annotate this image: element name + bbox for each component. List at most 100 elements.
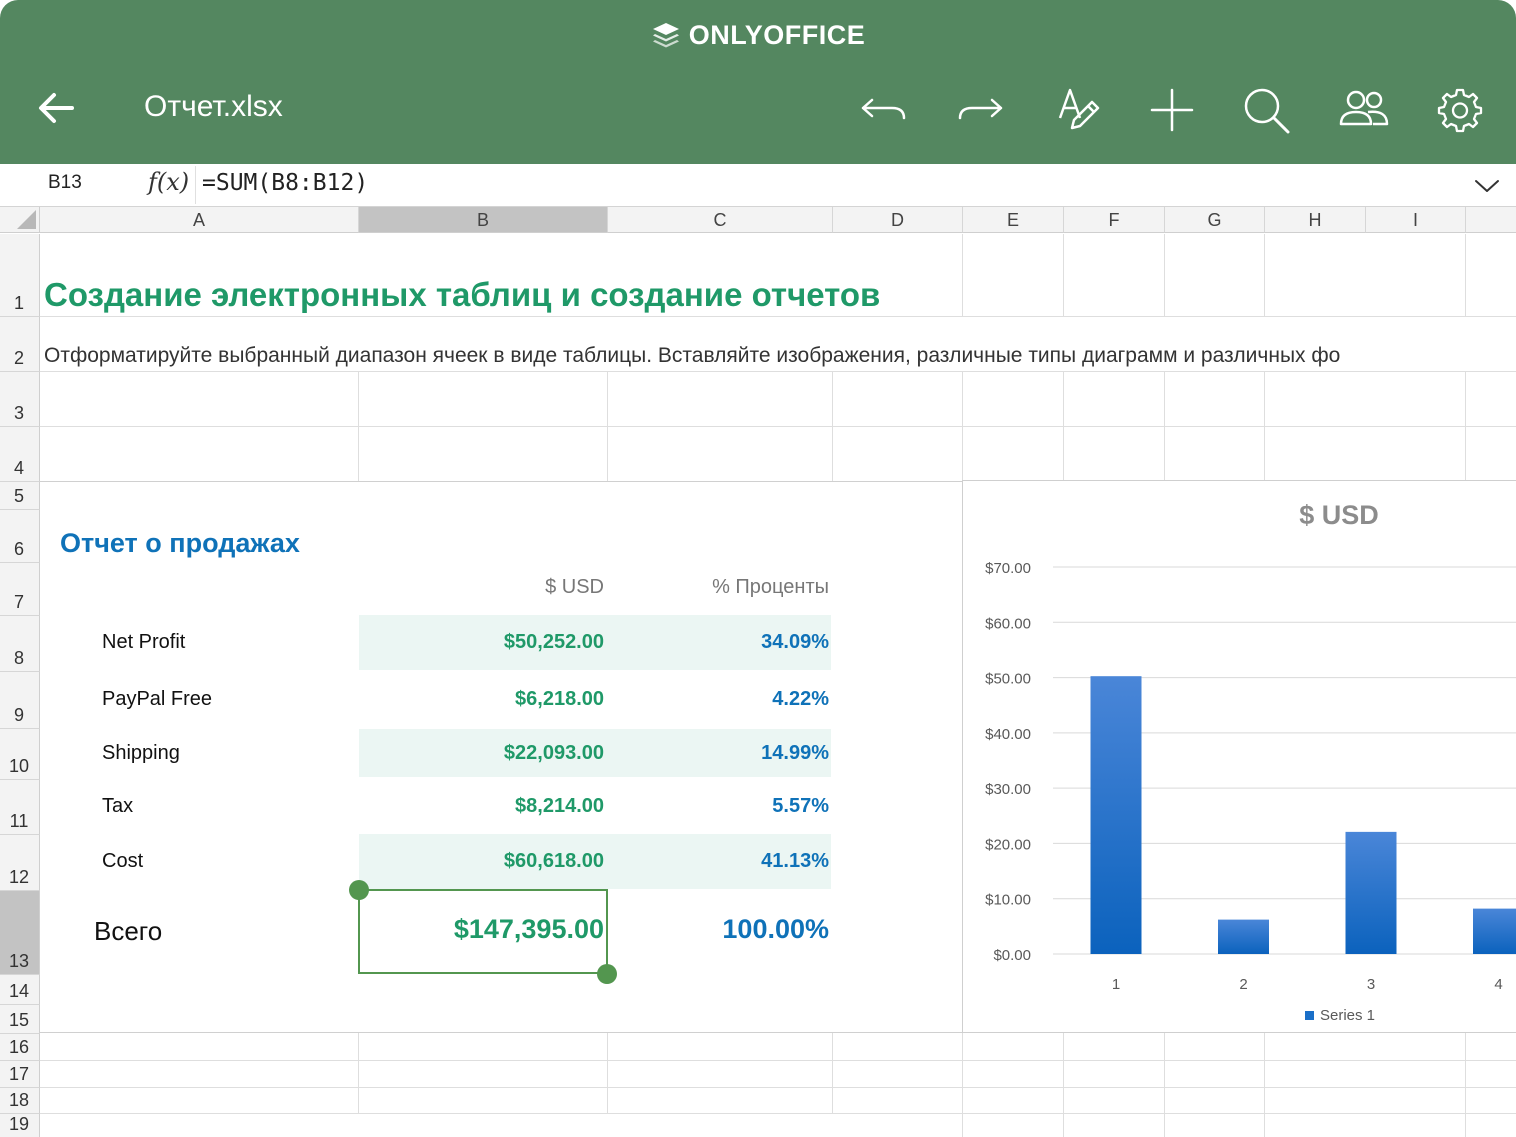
y-tick-label: $60.00: [985, 615, 1031, 632]
brand-logo: ONLYOFFICE: [0, 20, 1516, 51]
gridline: [40, 371, 1516, 372]
pct-value-paypal-free[interactable]: 4.22%: [608, 688, 829, 711]
row-header-6[interactable]: 6: [0, 510, 40, 563]
bar: [1090, 676, 1142, 954]
row-header-7[interactable]: 7: [0, 563, 40, 616]
row-header-14[interactable]: 14: [0, 975, 40, 1005]
gridline: [1164, 371, 1165, 481]
row-header-17[interactable]: 17: [0, 1061, 40, 1088]
gridline: [962, 371, 963, 481]
undo-icon: [861, 98, 906, 120]
gridline: [1264, 1033, 1265, 1137]
gridline: [358, 371, 359, 481]
sheet-title[interactable]: Создание электронных таблиц и создание о…: [44, 276, 880, 314]
usd-column-header[interactable]: $ USD: [360, 576, 604, 599]
settings-button[interactable]: [1436, 86, 1484, 139]
row-header-11[interactable]: 11: [0, 780, 40, 835]
edit-text-button[interactable]: [1054, 86, 1102, 139]
column-header-h[interactable]: H: [1265, 207, 1366, 233]
column-header-i[interactable]: I: [1366, 207, 1466, 233]
row-header-18[interactable]: 18: [0, 1088, 40, 1114]
x-tick-label: 1: [1112, 976, 1120, 993]
collaboration-button[interactable]: [1338, 86, 1390, 139]
y-tick-label: $30.00: [985, 781, 1031, 798]
cell-reference-box[interactable]: B13: [48, 172, 82, 194]
usd-value-shipping[interactable]: $22,093.00: [360, 742, 604, 765]
row-header-1[interactable]: 1: [0, 234, 40, 317]
pct-value-shipping[interactable]: 14.99%: [608, 742, 829, 765]
report-title[interactable]: Отчет о продажах: [60, 528, 300, 559]
column-header-d[interactable]: D: [833, 207, 963, 233]
gridline: [832, 371, 833, 481]
row-header-16[interactable]: 16: [0, 1034, 40, 1061]
pct-value-tax[interactable]: 5.57%: [608, 795, 829, 818]
percent-column-header[interactable]: % Проценты: [608, 576, 829, 599]
y-tick-label: $10.00: [985, 892, 1031, 909]
gridline: [1164, 234, 1165, 316]
formula-input[interactable]: =SUM(B8:B12): [202, 170, 368, 196]
column-header-j[interactable]: [1466, 207, 1516, 233]
row-header-9[interactable]: 9: [0, 672, 40, 729]
users-icon: [1339, 90, 1389, 126]
column-header-g[interactable]: G: [1165, 207, 1265, 233]
row-header-12[interactable]: 12: [0, 835, 40, 891]
pct-value-net-profit[interactable]: 34.09%: [608, 631, 829, 654]
usd-bar-chart[interactable]: $ USD $0.00 $10.00 $20.00 $30.00 $40.00 $50.00…: [962, 480, 1516, 1033]
usd-value-tax[interactable]: $8,214.00: [360, 795, 604, 818]
row-label-cost[interactable]: Cost: [102, 850, 143, 873]
undo-button[interactable]: [858, 86, 910, 135]
usd-value-cost[interactable]: $60,618.00: [360, 850, 604, 873]
select-all-corner[interactable]: [0, 207, 40, 233]
gear-icon: [1437, 88, 1483, 133]
gridline: [962, 234, 963, 316]
add-icon: [1150, 88, 1194, 132]
gridline: [1465, 1033, 1466, 1137]
expand-formula-button[interactable]: [1474, 178, 1500, 199]
search-button[interactable]: [1242, 86, 1292, 139]
back-button[interactable]: [36, 90, 76, 131]
document-title: Отчет.xlsx: [144, 90, 283, 123]
selection-handle-top-left[interactable]: [349, 880, 369, 900]
chevron-down-icon: [1475, 180, 1499, 192]
usd-value-paypal-free[interactable]: $6,218.00: [360, 688, 604, 711]
redo-button[interactable]: [954, 86, 1006, 135]
total-label[interactable]: Всего: [94, 916, 162, 947]
row-header-4[interactable]: 4: [0, 427, 40, 482]
column-header-b[interactable]: B: [359, 207, 608, 233]
search-icon: [1244, 88, 1290, 134]
gridline: [1264, 371, 1265, 481]
row-header-15[interactable]: 15: [0, 1005, 40, 1034]
row-header-10[interactable]: 10: [0, 729, 40, 780]
column-header-c[interactable]: C: [608, 207, 833, 233]
row-header-2[interactable]: 2: [0, 317, 40, 372]
function-icon[interactable]: f(x): [148, 168, 189, 196]
gridline: [40, 1060, 1516, 1061]
brand-name: ONLYOFFICE: [688, 20, 866, 50]
legend-label: Series 1: [1320, 1007, 1375, 1024]
total-pct-cell[interactable]: 100.00%: [608, 914, 829, 945]
row-label-paypal-free[interactable]: PayPal Free: [102, 688, 212, 711]
selection-handle-bottom-right[interactable]: [597, 964, 617, 984]
row-header-3[interactable]: 3: [0, 372, 40, 427]
back-arrow-icon: [39, 93, 74, 123]
pct-value-cost[interactable]: 41.13%: [608, 850, 829, 873]
chart-canvas: $ USD $0.00 $10.00 $20.00 $30.00 $40.00 $50.00…: [985, 500, 1516, 1024]
gridline: [40, 1087, 1516, 1088]
row-header-19[interactable]: 19: [0, 1114, 40, 1137]
usd-value-net-profit[interactable]: $50,252.00: [360, 631, 604, 654]
add-button[interactable]: [1148, 86, 1196, 139]
row-label-net-profit[interactable]: Net Profit: [102, 631, 185, 654]
row-label-shipping[interactable]: Shipping: [102, 742, 180, 765]
column-header-f[interactable]: F: [1064, 207, 1165, 233]
row-header-8[interactable]: 8: [0, 616, 40, 672]
gridline: [962, 1033, 963, 1137]
corner-triangle-icon: [17, 210, 36, 229]
gridline: [607, 371, 608, 481]
sheet-subtitle[interactable]: Отформатируйте выбранный диапазон ячеек …: [44, 344, 1340, 368]
row-header-13[interactable]: 13: [0, 891, 40, 975]
column-header-a[interactable]: A: [40, 207, 359, 233]
row-header-5[interactable]: 5: [0, 482, 40, 510]
chart-title: $ USD: [1299, 500, 1379, 530]
column-header-e[interactable]: E: [963, 207, 1064, 233]
row-label-tax[interactable]: Tax: [102, 795, 133, 818]
